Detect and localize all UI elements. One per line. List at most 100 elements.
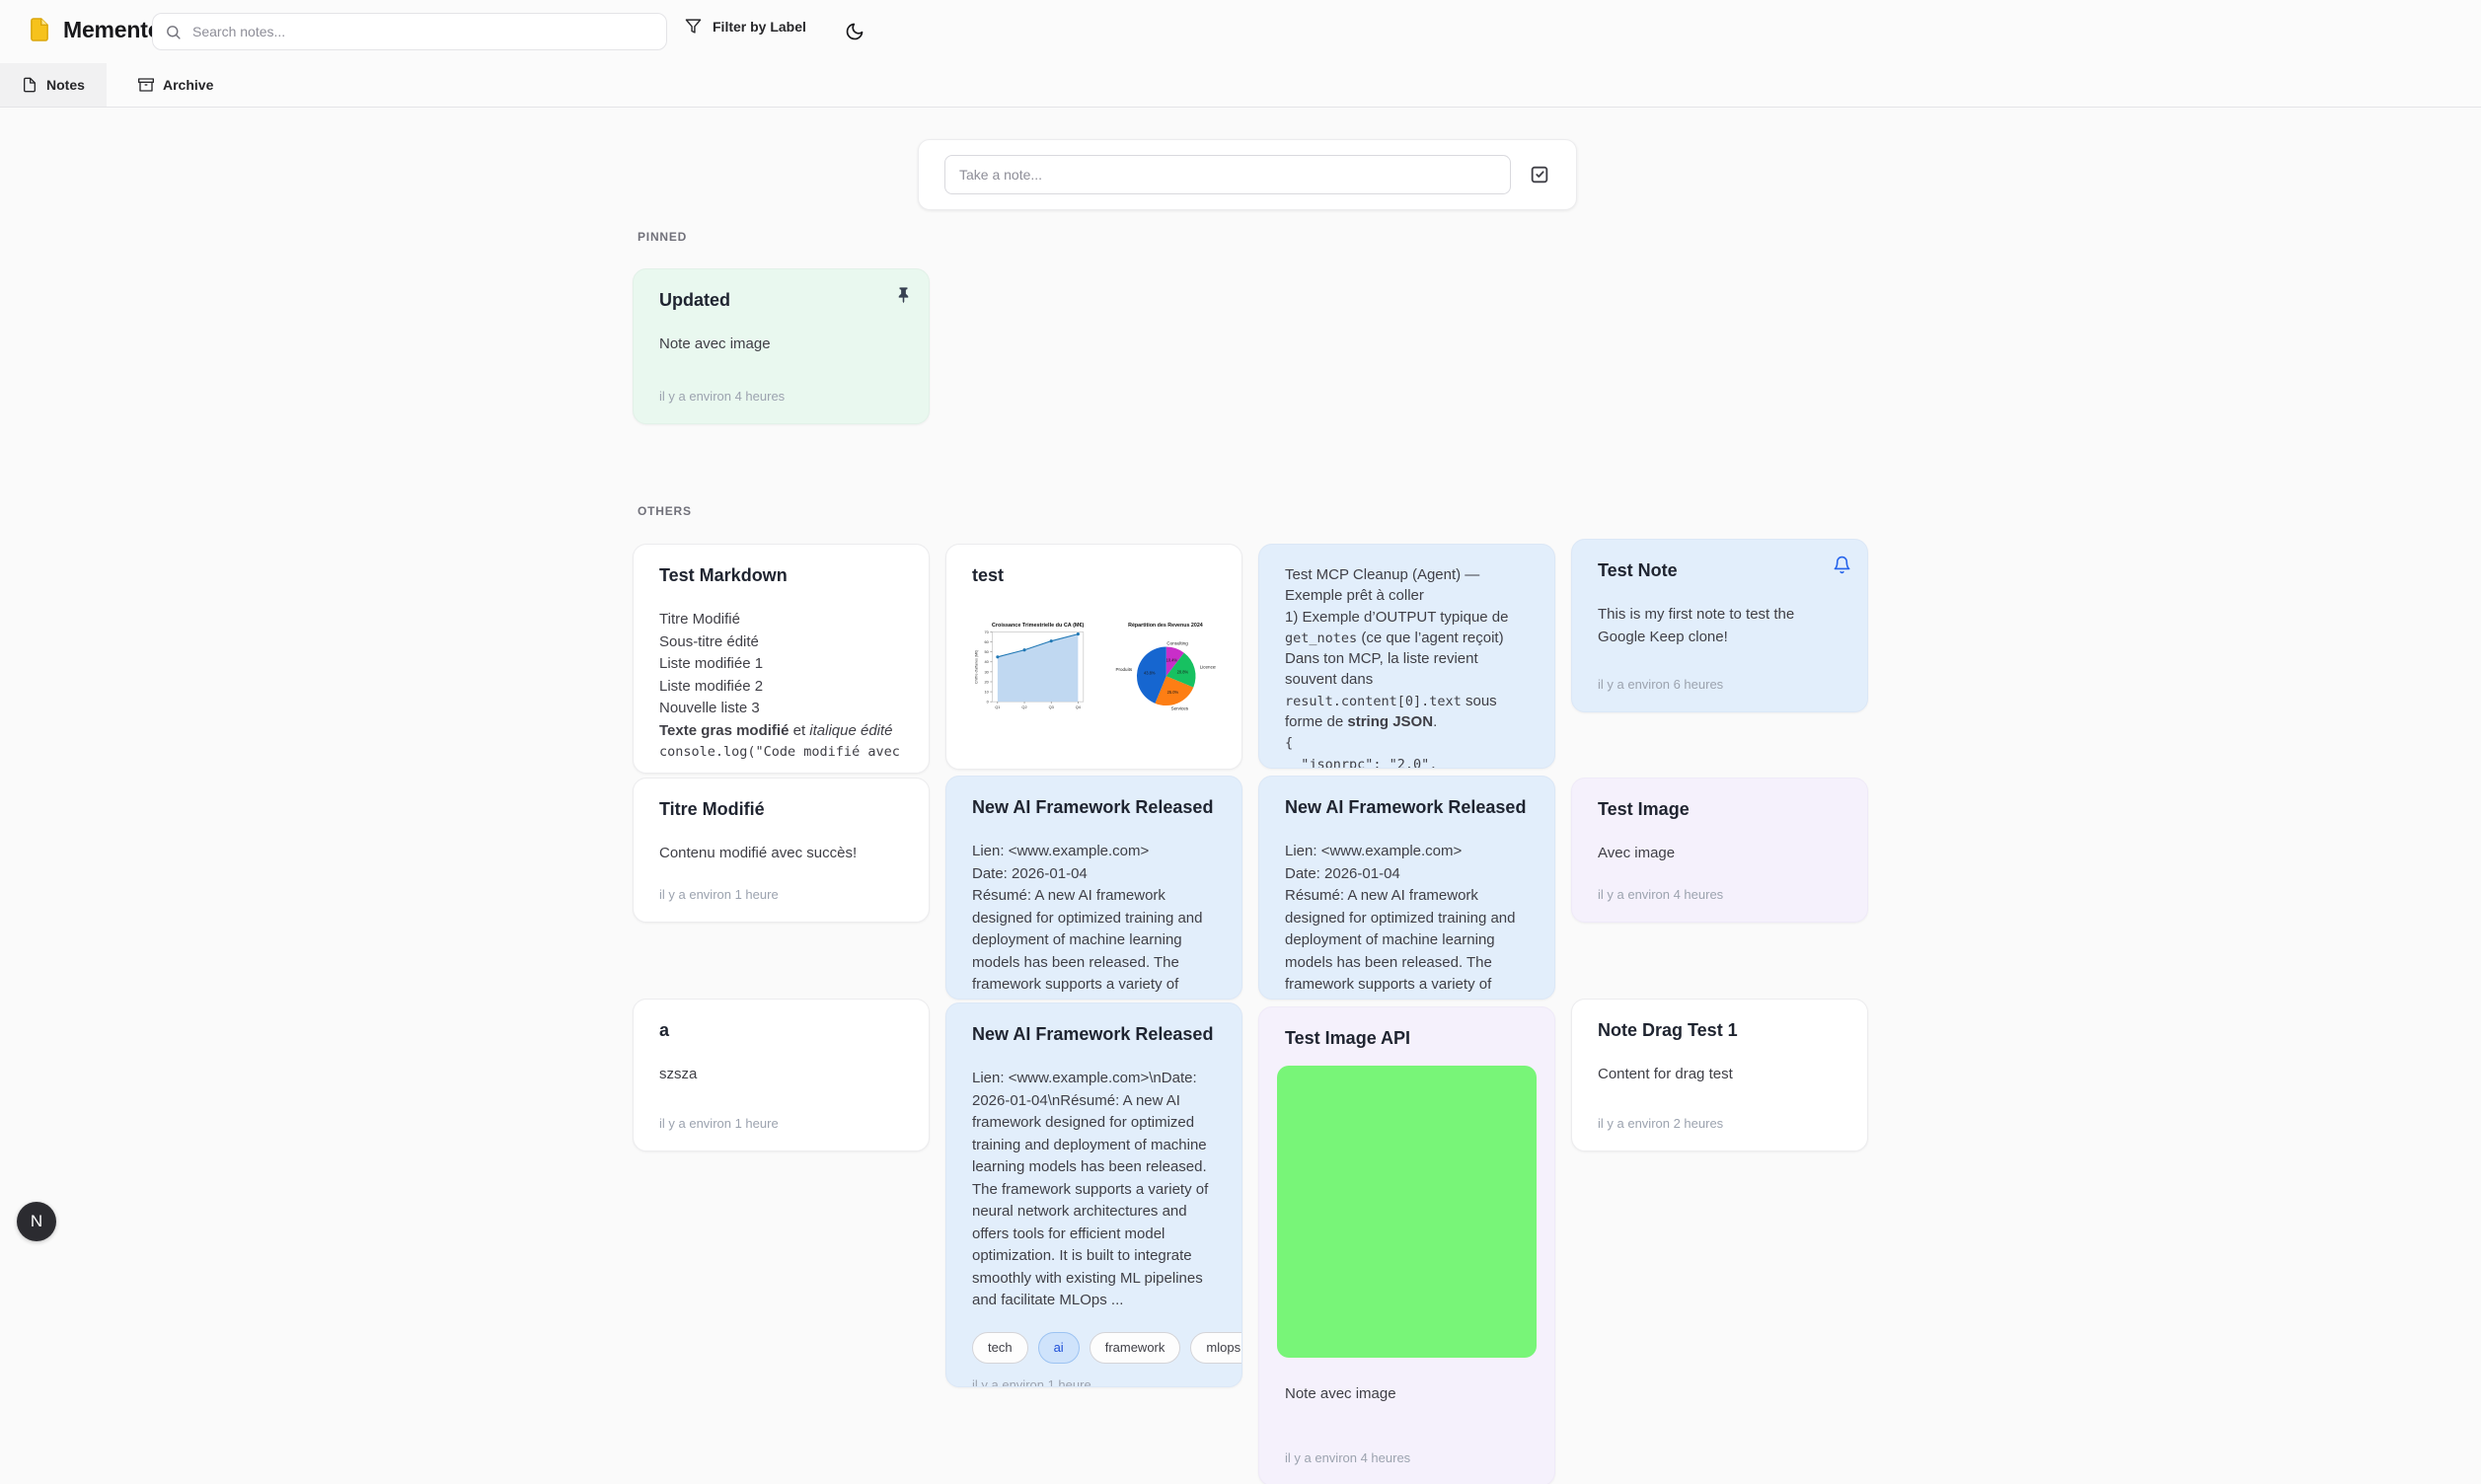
tag-ai[interactable]: ai xyxy=(1038,1332,1080,1364)
note-body: Titre Modifié Sous-titre édité Liste mod… xyxy=(659,609,903,762)
note-card-ai-framework-tags[interactable]: New AI Framework Released Lien: <www.exa… xyxy=(945,1002,1242,1387)
note-body: Test MCP Cleanup (Agent) — Exemple prêt … xyxy=(1285,564,1529,769)
note-title: Test Image API xyxy=(1277,1027,1537,1050)
note-title: a xyxy=(659,1019,903,1042)
svg-text:10: 10 xyxy=(984,690,989,695)
avatar-initial: N xyxy=(31,1212,42,1231)
tab-notes[interactable]: Notes xyxy=(0,63,107,107)
checklist-icon[interactable] xyxy=(1529,164,1550,186)
dark-mode-toggle[interactable] xyxy=(841,18,868,45)
note-timestamp: il y a environ 1 heure xyxy=(659,1102,903,1131)
note-image-green xyxy=(1277,1066,1537,1358)
svg-text:Q4: Q4 xyxy=(1076,705,1082,710)
filter-by-label-button[interactable]: Filter by Label xyxy=(685,18,806,35)
svg-text:Répartition des Revenus 2024: Répartition des Revenus 2024 xyxy=(1128,624,1203,630)
svg-text:Chiffre d'affaires (M€): Chiffre d'affaires (M€) xyxy=(974,650,978,684)
svg-text:25.0%: 25.0% xyxy=(1167,690,1179,695)
note-timestamp: il y a environ 1 heure xyxy=(972,1364,1216,1387)
note-composer xyxy=(918,139,1577,210)
svg-text:Q3: Q3 xyxy=(1049,705,1054,710)
note-body: Avec image xyxy=(1598,843,1842,865)
note-title: Titre Modifié xyxy=(659,798,903,821)
svg-text:60: 60 xyxy=(984,639,989,644)
note-card-test-markdown[interactable]: Test Markdown Titre Modifié Sous-titre é… xyxy=(633,544,930,774)
tag-framework[interactable]: framework xyxy=(1090,1332,1181,1364)
note-logo-icon xyxy=(26,16,53,43)
archive-icon xyxy=(138,77,154,93)
note-title: Note Drag Test 1 xyxy=(1598,1019,1842,1042)
svg-text:Q1: Q1 xyxy=(995,705,1000,710)
pie-chart-image: Répartition des Revenus 2024 10.4% Consult… xyxy=(1115,605,1216,735)
reminder-bell-icon[interactable] xyxy=(1833,556,1851,574)
note-card-test-charts[interactable]: test Croissance Trimestrielle du CA (M€)… xyxy=(945,544,1242,770)
note-card-a[interactable]: a szsza il y a environ 1 heure xyxy=(633,999,930,1151)
note-title: Updated xyxy=(659,289,903,312)
note-body: Lien: <www.example.com> Date: 2026-01-04… xyxy=(972,841,1216,1000)
svg-text:10.4%: 10.4% xyxy=(1166,658,1178,663)
note-card-ai-framework-2[interactable]: New AI Framework Released Lien: <www.exa… xyxy=(1258,776,1555,1000)
app-title: Memento xyxy=(63,17,162,43)
note-card-test-image-api[interactable]: Test Image API Note avec image il y a en… xyxy=(1258,1006,1555,1484)
note-body: Content for drag test xyxy=(1598,1064,1842,1086)
svg-text:30: 30 xyxy=(984,670,989,675)
note-card-ai-framework-1[interactable]: New AI Framework Released Lien: <www.exa… xyxy=(945,776,1242,1000)
pin-icon[interactable] xyxy=(894,285,913,304)
note-body: Note avec image xyxy=(659,334,903,356)
pinned-section-label: PINNED xyxy=(638,230,687,244)
user-avatar[interactable]: N xyxy=(17,1202,56,1241)
tab-archive-label: Archive xyxy=(163,77,213,93)
svg-text:20.8%: 20.8% xyxy=(1177,670,1189,675)
tab-archive[interactable]: Archive xyxy=(116,63,235,107)
search-icon xyxy=(165,24,182,40)
note-images: Croissance Trimestrielle du CA (M€) 0 10 20… xyxy=(972,605,1216,735)
svg-text:Consulting: Consulting xyxy=(1166,641,1188,646)
tag-tech[interactable]: tech xyxy=(972,1332,1028,1364)
svg-text:20: 20 xyxy=(984,680,989,685)
note-title: New AI Framework Released xyxy=(972,1023,1216,1046)
note-body: Contenu modifié avec succès! xyxy=(659,843,903,865)
search-input[interactable] xyxy=(190,23,654,40)
note-title: Test Image xyxy=(1598,798,1842,821)
tab-bar: Notes Archive xyxy=(0,63,2481,108)
note-title: Test Markdown xyxy=(659,564,903,587)
svg-text:Croissance Trimestrielle du CA: Croissance Trimestrielle du CA (M€) xyxy=(992,624,1085,630)
note-card-updated[interactable]: Updated Note avec image il y a environ 4… xyxy=(633,268,930,424)
note-timestamp: il y a environ 6 heures xyxy=(1598,663,1842,692)
note-timestamp: il y a environ 2 heures xyxy=(1598,1102,1842,1131)
search-bar xyxy=(152,13,667,50)
svg-text:Services: Services xyxy=(1171,706,1189,711)
funnel-icon xyxy=(685,18,702,35)
filter-by-label-text: Filter by Label xyxy=(713,19,806,35)
tag-mlops[interactable]: mlops xyxy=(1190,1332,1242,1364)
note-card-test-note[interactable]: Test Note This is my first note to test … xyxy=(1571,539,1868,712)
svg-text:50: 50 xyxy=(984,650,989,655)
note-card-mcp-cleanup[interactable]: Test MCP Cleanup (Agent) — Exemple prêt … xyxy=(1258,544,1555,769)
take-a-note-input[interactable] xyxy=(944,155,1511,194)
note-body: Lien: <www.example.com> Date: 2026-01-04… xyxy=(1285,841,1529,1000)
svg-text:43.8%: 43.8% xyxy=(1144,671,1156,676)
moon-icon xyxy=(845,22,865,41)
svg-text:70: 70 xyxy=(984,630,989,634)
note-timestamp: il y a environ 4 heures xyxy=(1277,1437,1537,1465)
note-title: New AI Framework Released xyxy=(972,796,1216,819)
note-card-note-drag-test[interactable]: Note Drag Test 1 Content for drag test i… xyxy=(1571,999,1868,1151)
svg-text:40: 40 xyxy=(984,660,989,665)
note-card-test-image[interactable]: Test Image Avec image il y a environ 4 h… xyxy=(1571,778,1868,923)
note-title: New AI Framework Released xyxy=(1285,796,1529,819)
app-logo: Memento xyxy=(26,16,162,43)
svg-text:Produits: Produits xyxy=(1116,667,1133,672)
tab-notes-label: Notes xyxy=(46,77,85,93)
note-body: szsza xyxy=(659,1064,903,1086)
app-header: Memento Filter by Label xyxy=(0,0,2481,63)
note-title: test xyxy=(972,564,1216,587)
area-chart-image: Croissance Trimestrielle du CA (M€) 0 10 20… xyxy=(972,605,1090,735)
others-section-label: OTHERS xyxy=(638,504,692,518)
app-window: Memento Filter by Label Notes xyxy=(0,0,2481,1484)
note-card-titre-modifie[interactable]: Titre Modifié Contenu modifié avec succè… xyxy=(633,778,930,923)
note-timestamp: il y a environ 4 heures xyxy=(1598,873,1842,902)
note-tags: techaiframeworkmlopsgpu xyxy=(972,1332,1216,1364)
note-body: Lien: <www.example.com>\nDate: 2026-01-0… xyxy=(972,1068,1216,1312)
svg-text:0: 0 xyxy=(987,700,990,705)
note-timestamp: il y a environ 4 heures xyxy=(659,375,903,404)
note-title: Test Note xyxy=(1598,559,1842,582)
